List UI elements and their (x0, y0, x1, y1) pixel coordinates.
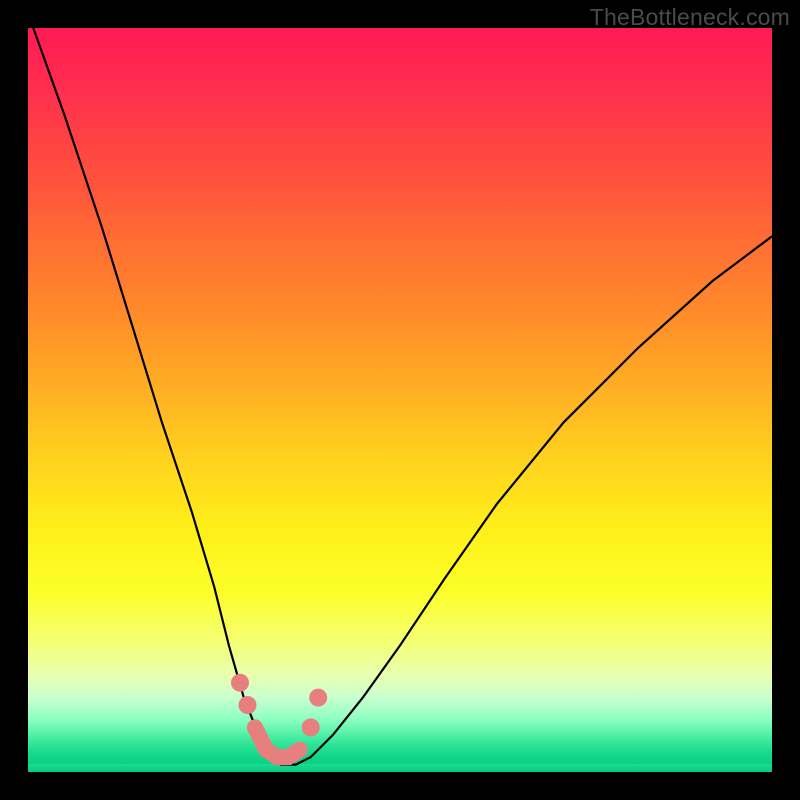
chart-plot-area (28, 28, 772, 772)
selected-range-markers (231, 674, 327, 757)
chart-svg (28, 28, 772, 772)
bottleneck-curve (28, 28, 772, 765)
chart-frame (28, 28, 772, 772)
watermark-text: TheBottleneck.com (590, 4, 790, 31)
